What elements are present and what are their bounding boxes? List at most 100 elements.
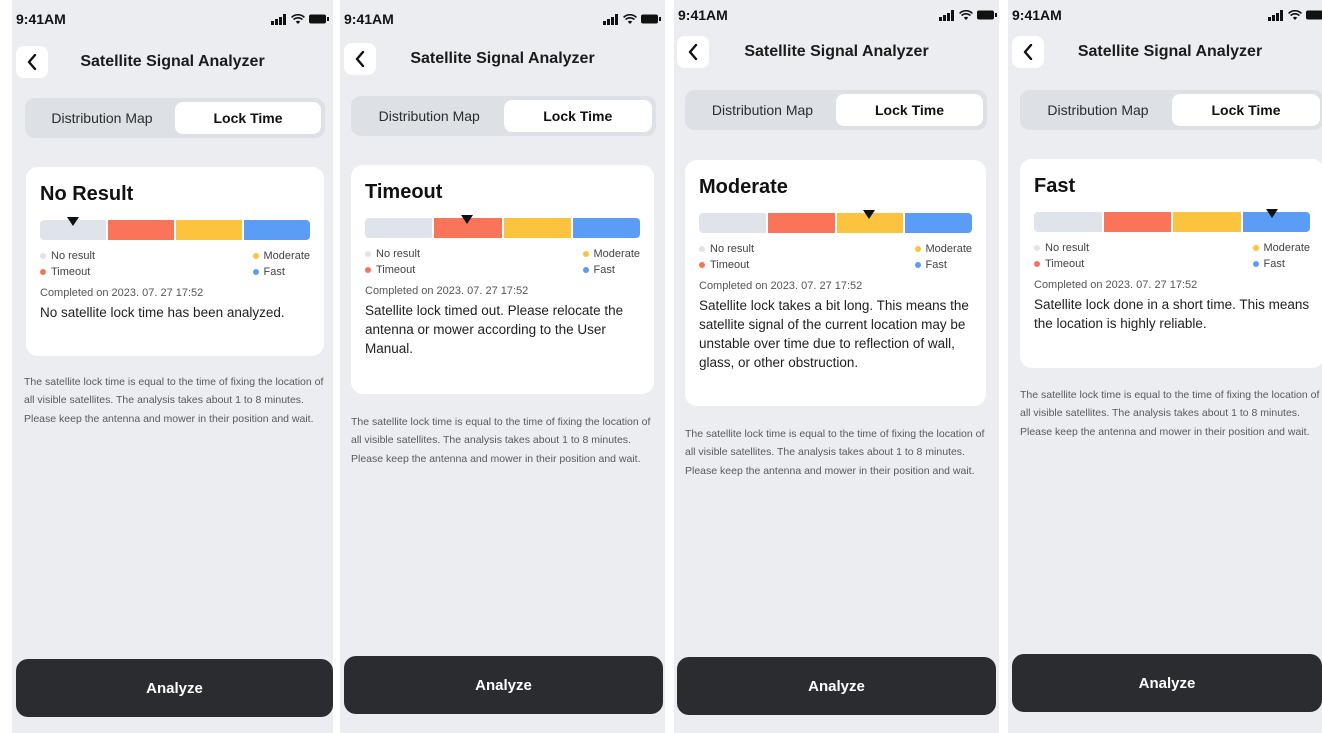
legend-timeout: Timeout xyxy=(699,259,915,271)
tab-distribution-map[interactable]: Distribution Map xyxy=(689,94,836,126)
screen-timeout: 9:41AM Satellite Signal Analyzer Distrib… xyxy=(340,0,665,733)
tab-lock-time[interactable]: Lock Time xyxy=(175,102,321,134)
dot-icon xyxy=(1034,261,1040,267)
completed-time: Completed on 2023. 07. 27 17:52 xyxy=(365,285,529,297)
system-icons xyxy=(939,8,997,22)
dot-icon xyxy=(1252,245,1259,251)
status-time: 9:41AM xyxy=(16,11,66,27)
tab-distribution-map[interactable]: Distribution Map xyxy=(1024,94,1172,126)
bar-segment-moderate xyxy=(503,218,571,238)
status-title: No Result xyxy=(40,183,134,205)
battery-icon xyxy=(977,10,997,20)
legend-label: Timeout xyxy=(710,259,750,271)
dot-icon xyxy=(699,262,705,268)
result-card: Moderate No result Moderate Timeout Fast… xyxy=(685,160,986,406)
tab-lock-time[interactable]: Lock Time xyxy=(836,94,983,126)
legend: No result Moderate Timeout Fast xyxy=(365,248,640,276)
bar-segment-timeout xyxy=(767,213,835,233)
bar-segment-timeout xyxy=(1103,212,1171,232)
legend-label: Fast xyxy=(1263,258,1285,270)
dot-icon xyxy=(365,251,371,257)
legend: No result Moderate Timeout Fast xyxy=(1034,242,1310,270)
nav-bar: Satellite Signal Analyzer xyxy=(340,43,665,77)
system-icons xyxy=(1268,8,1322,22)
segmented-control: Distribution Map Lock Time xyxy=(351,96,656,136)
status-bar: 9:41AM xyxy=(12,0,333,38)
legend-moderate: Moderate xyxy=(914,243,972,255)
nav-bar: Satellite Signal Analyzer xyxy=(12,46,333,80)
nav-bar: Satellite Signal Analyzer xyxy=(1008,36,1322,70)
wifi-icon xyxy=(291,13,305,24)
battery-icon xyxy=(1306,10,1322,20)
legend-no-result: No result xyxy=(1034,242,1253,254)
result-card: Timeout No result Moderate Timeout Fast … xyxy=(351,165,654,394)
screen-moderate: 9:41AM Satellite Signal Analyzer Distrib… xyxy=(674,0,999,733)
legend-no-result: No result xyxy=(40,250,253,262)
legend-label: No result xyxy=(376,248,421,260)
dot-icon xyxy=(252,269,259,275)
lock-time-bar xyxy=(699,210,972,233)
dot-icon xyxy=(40,269,46,275)
legend: No result Moderate Timeout Fast xyxy=(40,250,310,278)
status-time: 9:41AM xyxy=(344,11,394,27)
dot-icon xyxy=(582,267,589,273)
status-bar: 9:41AM xyxy=(340,0,665,38)
legend-timeout: Timeout xyxy=(1034,258,1253,270)
result-card: Fast No result Moderate Timeout Fast Com… xyxy=(1020,159,1322,368)
nav-bar: Satellite Signal Analyzer xyxy=(674,36,999,70)
analyze-button[interactable]: Analyze xyxy=(344,656,663,714)
lock-time-bar xyxy=(365,215,640,238)
legend-label: Fast xyxy=(925,259,947,271)
page-title: Satellite Signal Analyzer xyxy=(410,50,595,67)
battery-icon xyxy=(309,14,329,24)
legend-label: Timeout xyxy=(51,266,91,278)
result-message: Satellite lock takes a bit long. This me… xyxy=(699,298,969,370)
battery-icon xyxy=(641,14,661,24)
legend-label: No result xyxy=(710,243,755,255)
tab-distribution-map[interactable]: Distribution Map xyxy=(29,102,175,134)
analyze-button[interactable]: Analyze xyxy=(677,657,996,715)
screen-fast: 9:41AM Satellite Signal Analyzer Distrib… xyxy=(1008,0,1322,733)
bar-segment-moderate xyxy=(1173,212,1241,232)
legend-moderate: Moderate xyxy=(1252,242,1310,254)
result-message: No satellite lock time has been analyzed… xyxy=(40,305,285,320)
footnote: The satellite lock time is equal to the … xyxy=(351,416,651,465)
result-message: Satellite lock done in a short time. Thi… xyxy=(1034,297,1310,331)
legend-moderate: Moderate xyxy=(582,248,640,260)
bar-segment-fast xyxy=(905,213,972,233)
legend-moderate: Moderate xyxy=(252,250,310,262)
result-card: No Result No result Moderate Timeout Fas… xyxy=(26,167,324,356)
system-icons xyxy=(603,12,661,26)
wifi-icon xyxy=(1288,9,1302,20)
legend-timeout: Timeout xyxy=(365,264,583,276)
system-icons xyxy=(271,12,329,26)
tab-lock-time[interactable]: Lock Time xyxy=(503,100,652,132)
bar-segment-moderate xyxy=(176,220,242,240)
legend-label: Moderate xyxy=(1263,242,1310,254)
status-title: Moderate xyxy=(699,176,788,198)
status-time: 9:41AM xyxy=(678,7,728,23)
footnote: The satellite lock time is equal to the … xyxy=(24,376,324,425)
legend-fast: Fast xyxy=(582,264,640,276)
segmented-control: Distribution Map Lock Time xyxy=(25,98,325,138)
dot-icon xyxy=(1252,261,1259,267)
segmented-control: Distribution Map Lock Time xyxy=(685,90,987,130)
status-time: 9:41AM xyxy=(1012,7,1062,23)
tab-distribution-map[interactable]: Distribution Map xyxy=(355,100,504,132)
dot-icon xyxy=(365,267,371,273)
legend-label: Timeout xyxy=(1045,258,1085,270)
analyze-button[interactable]: Analyze xyxy=(16,659,333,717)
tab-lock-time[interactable]: Lock Time xyxy=(1172,94,1320,126)
legend-timeout: Timeout xyxy=(40,266,253,278)
signal-icon xyxy=(1268,9,1283,21)
bar-segment-no-result xyxy=(1034,212,1102,232)
lock-time-bar xyxy=(1034,209,1310,232)
analyze-button[interactable]: Analyze xyxy=(1012,654,1322,712)
legend-fast: Fast xyxy=(1252,258,1310,270)
screen-no-result: 9:41AM Satellite Signal Analyzer Distrib… xyxy=(12,0,333,733)
pointer-marker-icon xyxy=(461,215,473,224)
pointer-marker-icon xyxy=(1266,209,1278,218)
legend-label: No result xyxy=(1045,242,1090,254)
legend-fast: Fast xyxy=(252,266,310,278)
bar-segment-timeout xyxy=(108,220,174,240)
